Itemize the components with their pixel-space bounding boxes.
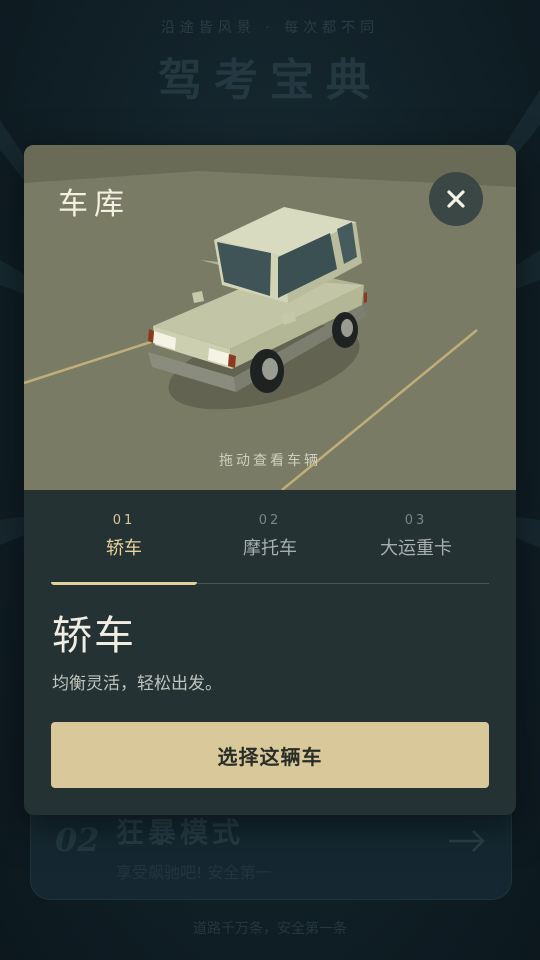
mode-card-title: 狂暴模式 (116, 816, 245, 849)
tab-number: 03 (404, 513, 428, 528)
mode-card-subtitle: 享受飙驰吧! 安全第一 (116, 863, 272, 882)
tab-label: 摩托车 (243, 538, 297, 559)
arrow-right-icon (449, 830, 485, 852)
background-footer: 道路千万条，安全第一条 (193, 921, 347, 937)
garage-title: 车库 (58, 187, 130, 222)
garage-modal: 车库 拖动查看车辆 01 轿车 02 摩托车 03 大运重卡 轿车 均衡灵活，轻… (24, 145, 516, 815)
select-vehicle-button[interactable]: 选择这辆车 (51, 722, 489, 788)
background-tagline: 沿途皆风景 · 每次都不同 (160, 20, 380, 36)
tab-label: 大运重卡 (380, 538, 452, 559)
mode-card-number: 02 (55, 821, 100, 859)
vehicle-preview[interactable]: 车库 拖动查看车辆 (24, 145, 516, 490)
tab-truck[interactable]: 03 大运重卡 (343, 510, 489, 583)
vehicle-tabs: 01 轿车 02 摩托车 03 大运重卡 (51, 510, 489, 585)
drag-hint: 拖动查看车辆 (219, 453, 321, 469)
close-button[interactable] (429, 172, 483, 226)
tab-motorcycle[interactable]: 02 摩托车 (197, 510, 343, 583)
active-tab-indicator (51, 582, 197, 585)
tab-number: 02 (258, 513, 282, 528)
background-title: 驾考宝典 (158, 55, 382, 106)
tab-label: 轿车 (106, 538, 142, 559)
tab-number: 01 (112, 513, 136, 528)
vehicle-name: 轿车 (52, 613, 136, 659)
tab-sedan[interactable]: 01 轿车 (51, 510, 197, 585)
vehicle-description: 均衡灵活，轻松出发。 (52, 674, 222, 694)
close-icon (447, 190, 465, 208)
